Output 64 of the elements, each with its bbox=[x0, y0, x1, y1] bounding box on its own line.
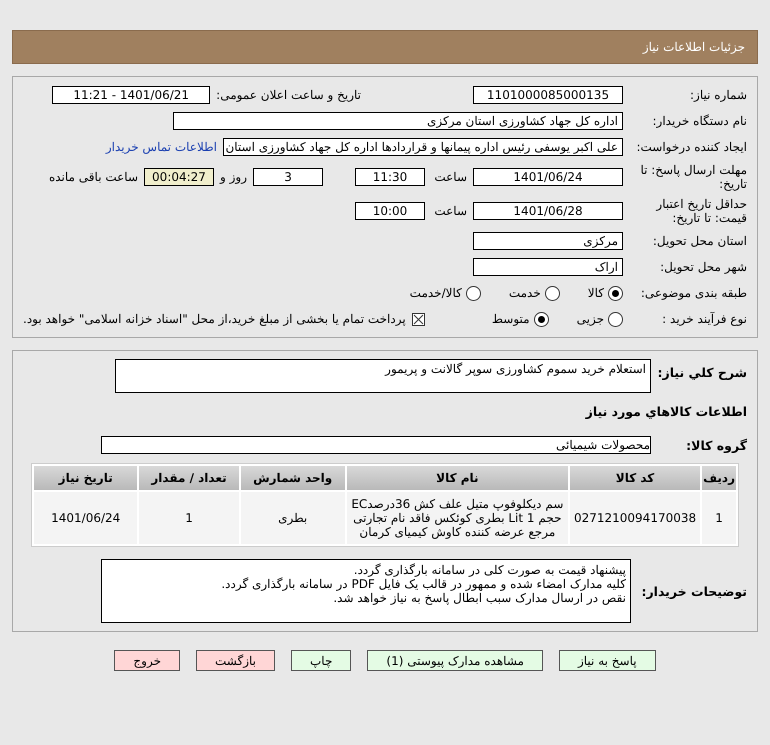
days-field: 3 bbox=[253, 168, 323, 186]
city-field: اراک bbox=[473, 258, 623, 276]
table-cell: سم دیکلوفوپ متیل علف کش 36درصدEC حجم 1 Lit بطری کوئکس فاقد نام تجارتی مرجع عرضه کننده کاوش کیمیای کرمان bbox=[346, 492, 568, 544]
field-label: گروه کالا: bbox=[685, 438, 747, 452]
table-cell: بطری bbox=[240, 492, 345, 544]
buyer-field: اداره کل جهاد کشاورزی استان مرکزی bbox=[173, 112, 623, 130]
deadline-date-field: 1401/06/24 bbox=[473, 168, 623, 186]
option-label: کالا bbox=[588, 286, 604, 300]
column-header: کد کالا bbox=[570, 466, 700, 490]
section-title: اطلاعات کالاهاي مورد نياز bbox=[584, 404, 747, 418]
column-header: نام کالا bbox=[346, 466, 568, 490]
goods-group-field: محصولات شیمیائی bbox=[101, 436, 651, 454]
field-label: شهر محل تحویل: bbox=[659, 260, 747, 274]
creator-field: علی اکبر یوسفی رئیس اداره پیمانها و قراردادها اداره کل جهاد کشاورزی استان bbox=[223, 138, 623, 156]
field-label: ساعت bbox=[433, 204, 467, 218]
field-label: حداقل تاریخ اعتبار قیمت: تا تاریخ: bbox=[654, 197, 747, 225]
deadline-time-field: 11:30 bbox=[355, 168, 425, 186]
table-cell: 0271210094170038 bbox=[570, 492, 700, 544]
checkbox-label: پرداخت تمام یا بخشی از مبلغ خرید،از محل "اسناد خزانه اسلامی" خواهد بود. bbox=[23, 312, 406, 326]
buyer-notes-field: پیشنهاد قیمت به صورت کلی در سامانه بارگذاری گردد. کلیه مدارک امضاء شده و ممهور در قالب یک فایل PDF در سامانه بارگذاری گردد. نقص در ارسال مدارک سبب ابطال پاسخ به نیاز خواهد شد. bbox=[101, 559, 631, 623]
action-button[interactable]: چاپ bbox=[291, 650, 352, 671]
action-button[interactable]: خروج bbox=[114, 650, 180, 671]
radio-button[interactable] bbox=[466, 286, 481, 300]
column-header: تاریخ نیاز bbox=[34, 466, 138, 490]
field-label: مهلت ارسال پاسخ: تا تاریخ: bbox=[639, 163, 747, 191]
remaining-time-field: 00:04:27 bbox=[144, 168, 214, 186]
field-label: توضیحات خریدار: bbox=[640, 584, 747, 598]
table-cell: 1401/06/24 bbox=[34, 492, 138, 544]
radio-button[interactable] bbox=[608, 286, 623, 300]
field-label: استان محل تحویل: bbox=[652, 234, 747, 248]
column-header: ردیف bbox=[702, 466, 736, 490]
contact-link[interactable]: اطلاعات تماس خریدار bbox=[106, 140, 217, 154]
table-cell: 1 bbox=[702, 492, 736, 544]
radio-button[interactable] bbox=[544, 286, 560, 300]
column-header: تعداد / مقدار bbox=[139, 466, 239, 490]
radio-button[interactable] bbox=[608, 312, 623, 326]
field-label: ایجاد کننده درخواست: bbox=[635, 140, 747, 154]
field-label: شماره نیاز: bbox=[689, 88, 747, 102]
option-label: خدمت bbox=[508, 286, 541, 300]
field-label: ساعت bbox=[433, 170, 467, 184]
page-header: جزئیات اطلاعات نیاز bbox=[12, 30, 758, 64]
table-cell: 1 bbox=[139, 492, 239, 544]
need-number-field: 1101000085000135 bbox=[473, 86, 623, 104]
field-label: طبقه بندی موضوعی: bbox=[640, 286, 747, 300]
field-label: ساعت باقی مانده bbox=[48, 170, 138, 184]
field-label: تاریخ و ساعت اعلان عمومی: bbox=[216, 88, 361, 102]
announce-date-field: 1401/06/21 - 11:21 bbox=[52, 86, 210, 104]
checkbox[interactable] bbox=[412, 312, 425, 326]
summary-field: استعلام خرید سموم کشاورزی سوپر گالانت و پریمور bbox=[115, 359, 651, 393]
option-label: جزیی bbox=[576, 312, 604, 326]
field-label: نام دستگاه خریدار: bbox=[652, 114, 747, 128]
validity-date-field: 1401/06/28 bbox=[473, 202, 623, 220]
action-button[interactable]: پاسخ به نیاز bbox=[558, 650, 656, 671]
column-header: واحد شمارش bbox=[240, 466, 345, 490]
option-label: کالا/خدمت bbox=[410, 286, 462, 300]
validity-time-field: 10:00 bbox=[355, 202, 425, 220]
action-button[interactable]: بازگشت bbox=[196, 650, 275, 671]
radio-button[interactable] bbox=[534, 312, 549, 326]
field-label: شرح کلي نياز: bbox=[657, 364, 747, 380]
field-label: نوع فرآیند خرید : bbox=[661, 312, 747, 326]
province-field: مرکزی bbox=[473, 232, 623, 250]
option-label: متوسط bbox=[492, 312, 530, 326]
action-button[interactable]: مشاهده مدارک پیوستی (1) bbox=[367, 650, 543, 671]
field-label: روز و bbox=[220, 170, 247, 184]
